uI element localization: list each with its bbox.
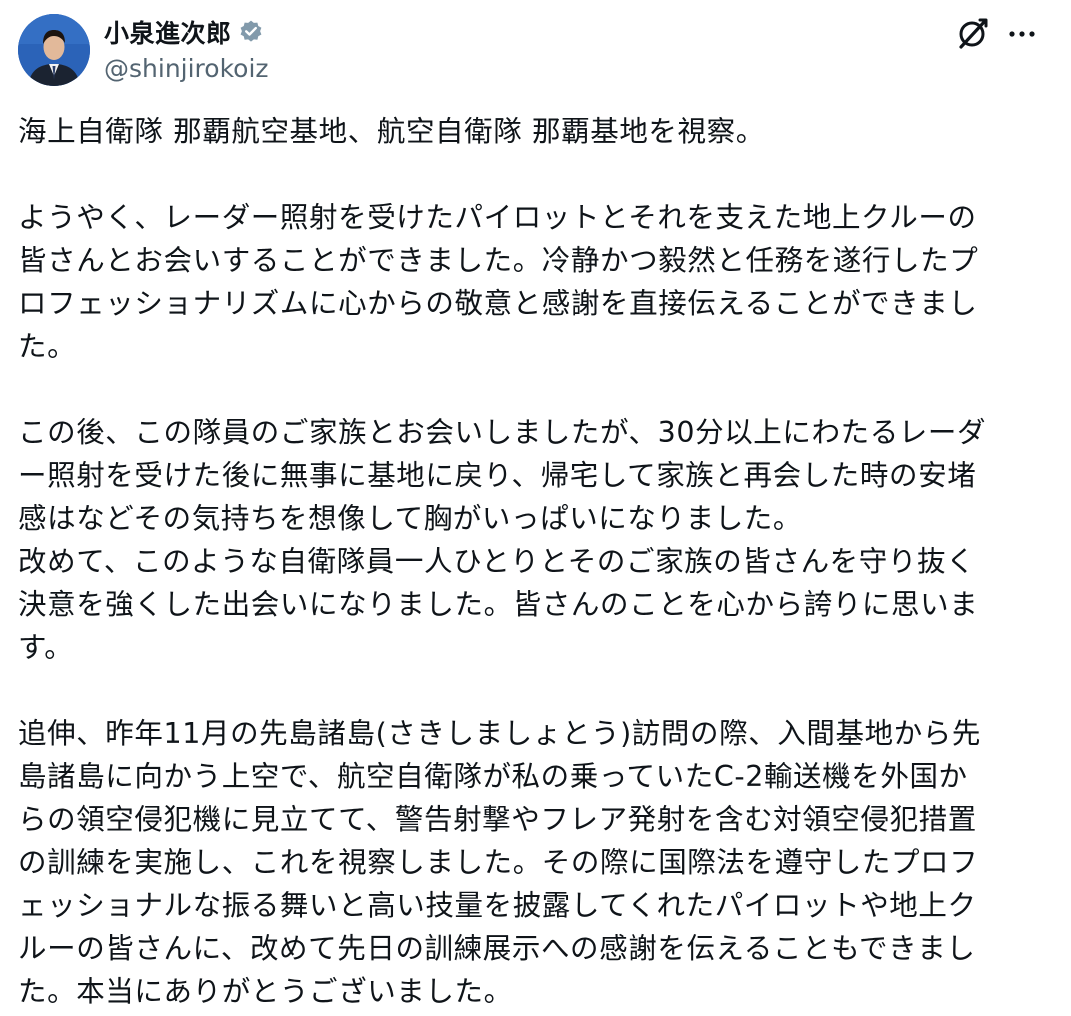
grok-icon[interactable] [952,14,992,54]
tweet-line: 決意を強くした出会いになりました。皆さんのことを心から誇りに思いま [18,588,979,621]
tweet-paragraph: 追伸、昨年11月の先島諸島(さきしましょとう)訪問の際、入間基地から先 島諸島に… [18,712,1058,1013]
display-name[interactable]: 小泉進次郎 [104,14,232,50]
tweet-line: 海上自衛隊 那覇航空基地、航空自衛隊 那覇基地を視察。 [18,115,765,148]
tweet-line: の訓練を実施し、これを視察しました。その際に国際法を遵守したプロフ [18,846,979,879]
tweet-line: 改めて、このような自衛隊員一人ひとりとそのご家族の皆さんを守り抜く [18,545,976,578]
tweet-paragraph: ようやく、レーダー照射を受けたパイロットとそれを支えた地上クルーの 皆さんとお会… [18,196,1058,368]
display-name-row: 小泉進次郎 [104,14,269,50]
tweet-line: ェッショナルな振る舞いと高い技量を披露してくれたパイロットや地上ク [18,889,977,922]
tweet-line: ルーの皆さんに、改めて先日の訓練展示への感謝を伝えることもできまし [18,932,976,965]
tweet-line: ロフェッショナリズムに心からの敬意と感謝を直接伝えることができまし [18,287,978,320]
tweet-header: 小泉進次郎 @shinjirokoiz [0,0,1071,100]
user-handle[interactable]: @shinjirokoiz [104,54,269,83]
tweet-line: す。 [18,631,74,664]
tweet-line: この後、この隊員のご家族とお会いしましたが、30分以上にわたるレーダ [18,416,987,449]
tweet-line: 島諸島に向かう上空で、航空自衛隊が私の乗っていたC-2輸送機を外国か [18,760,968,793]
tweet-paragraph: この後、この隊員のご家族とお会いしましたが、30分以上にわたるレーダ ー照射を受… [18,411,1058,669]
tweet-body: 海上自衛隊 那覇航空基地、航空自衛隊 那覇基地を視察。 ようやく、レーダー照射を… [18,110,1058,1013]
author-block: 小泉進次郎 @shinjirokoiz [104,14,269,83]
verified-badge-icon [238,19,264,45]
tweet-paragraph: 海上自衛隊 那覇航空基地、航空自衛隊 那覇基地を視察。 [18,110,1058,153]
tweet-line: た。本当にありがとうございました。 [18,975,513,1008]
tweet-line: 皆さんとお会いすることができました。冷静かつ毅然と任務を遂行したプ [18,244,979,277]
tweet-line: 追伸、昨年11月の先島諸島(さきしましょとう)訪問の際、入間基地から先 [18,717,982,750]
avatar-image [18,14,90,86]
tweet-line: らの領空侵犯機に見立てて、警告射撃やフレア発射を含む対領空侵犯措置 [18,803,977,836]
tweet-line: た。 [18,330,77,363]
tweet-line: 感はなどその気持ちを想像して胸がいっぱいになりました。 [18,502,802,535]
tweet-line: ようやく、レーダー照射を受けたパイロットとそれを支えた地上クルーの [18,201,977,234]
tweet-line: ー照射を受けた後に無事に基地に戻り、帰宅して家族と再会した時の安堵 [18,459,977,492]
more-options-icon[interactable] [1002,14,1042,54]
profile-avatar[interactable] [18,14,90,86]
